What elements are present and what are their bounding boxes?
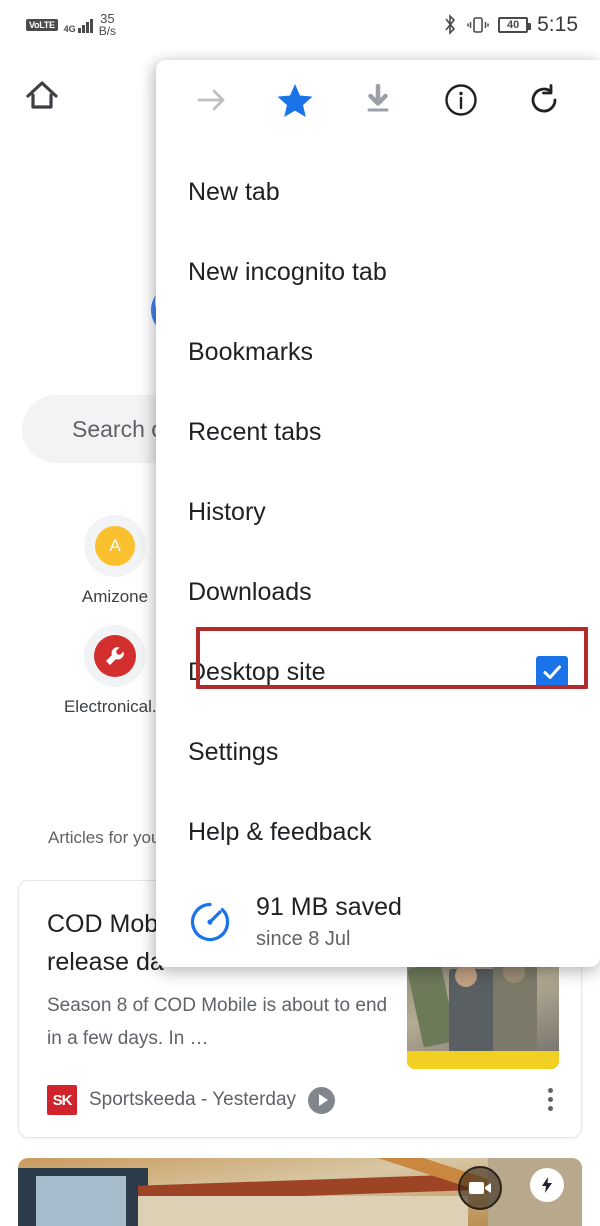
download-icon[interactable] [336,60,419,140]
forward-arrow-icon[interactable] [170,60,253,140]
menu-item-label: History [188,498,568,527]
chrome-overflow-menu: New tab New incognito tab Bookmarks Rece… [156,60,600,967]
menu-item-downloads[interactable]: Downloads [156,552,600,632]
battery-icon: 40 [498,17,528,33]
signal-strength-icon: 4G [64,17,93,33]
phone-screen: VoLTE 4G 35 B/s 40 5:15 [0,0,600,1226]
shortcut-icon-amizone: A [84,515,146,577]
article-source: Sportskeeda - Yesterday [89,1089,296,1111]
more-vertical-icon[interactable] [548,1088,553,1111]
play-icon[interactable] [308,1087,335,1114]
article-thumbnail [407,959,559,1069]
menu-item-label: New tab [188,178,568,207]
menu-item-label: New incognito tab [188,258,568,287]
menu-top-actions [156,60,600,140]
video-camera-icon[interactable] [458,1166,502,1210]
menu-item-history[interactable]: History [156,472,600,552]
battery-level: 40 [507,19,519,31]
desktop-site-checkbox[interactable] [536,656,568,688]
clock: 5:15 [537,13,578,37]
menu-item-label: Downloads [188,578,568,607]
info-icon[interactable] [420,60,503,140]
amizone-favicon: A [95,526,135,566]
menu-item-help-and-feedback[interactable]: Help & feedback [156,792,600,872]
menu-item-new-incognito-tab[interactable]: New incognito tab [156,232,600,312]
menu-item-label: Desktop site [188,658,536,687]
data-saver-primary: 91 MB saved [256,890,402,924]
wrench-icon [94,635,136,677]
reload-icon[interactable] [503,60,586,140]
menu-items: New tab New incognito tab Bookmarks Rece… [156,140,600,972]
menu-item-new-tab[interactable]: New tab [156,152,600,232]
bluetooth-icon [442,14,458,36]
status-bar-left: VoLTE 4G 35 B/s [26,12,116,38]
article-card-secondary[interactable]: wsxdn.com [18,1158,582,1226]
star-icon[interactable] [253,60,336,140]
network-speed: 35 B/s [99,12,116,38]
shortcut-label-amizone: Amizone [82,587,148,607]
network-speed-unit: B/s [99,25,116,38]
status-bar: VoLTE 4G 35 B/s 40 5:15 [0,0,600,50]
data-saver-secondary: since 8 Jul [256,924,402,954]
shortcut-label-electronical: Electronical... [64,697,166,717]
home-icon[interactable] [24,78,60,117]
status-bar-right: 40 5:15 [442,13,578,37]
menu-item-label: Settings [188,738,568,767]
menu-item-recent-tabs[interactable]: Recent tabs [156,392,600,472]
vibrate-icon [467,14,489,36]
menu-item-desktop-site[interactable]: Desktop site [156,632,600,712]
menu-item-label: Bookmarks [188,338,568,367]
shortcut-icon-electronical [84,625,146,687]
lightning-bolt-icon[interactable] [530,1168,564,1202]
articles-header: Articles for you [48,828,160,848]
check-icon [541,661,563,683]
menu-item-settings[interactable]: Settings [156,712,600,792]
network-type-label: 4G [64,25,76,33]
menu-item-bookmarks[interactable]: Bookmarks [156,312,600,392]
menu-item-label: Recent tabs [188,418,568,447]
menu-item-data-saver[interactable]: 91 MB saved since 8 Jul [156,872,600,972]
sportskeeda-logo-icon: SK [47,1085,77,1115]
menu-item-label: Help & feedback [188,818,568,847]
volte-icon: VoLTE [26,19,58,31]
data-saver-gauge-icon [188,900,232,944]
article-description: Season 8 of COD Mobile is about to end i… [47,989,397,1055]
article-source-row: SK Sportskeeda - Yesterday [47,1085,335,1115]
data-saver-text: 91 MB saved since 8 Jul [256,890,402,954]
